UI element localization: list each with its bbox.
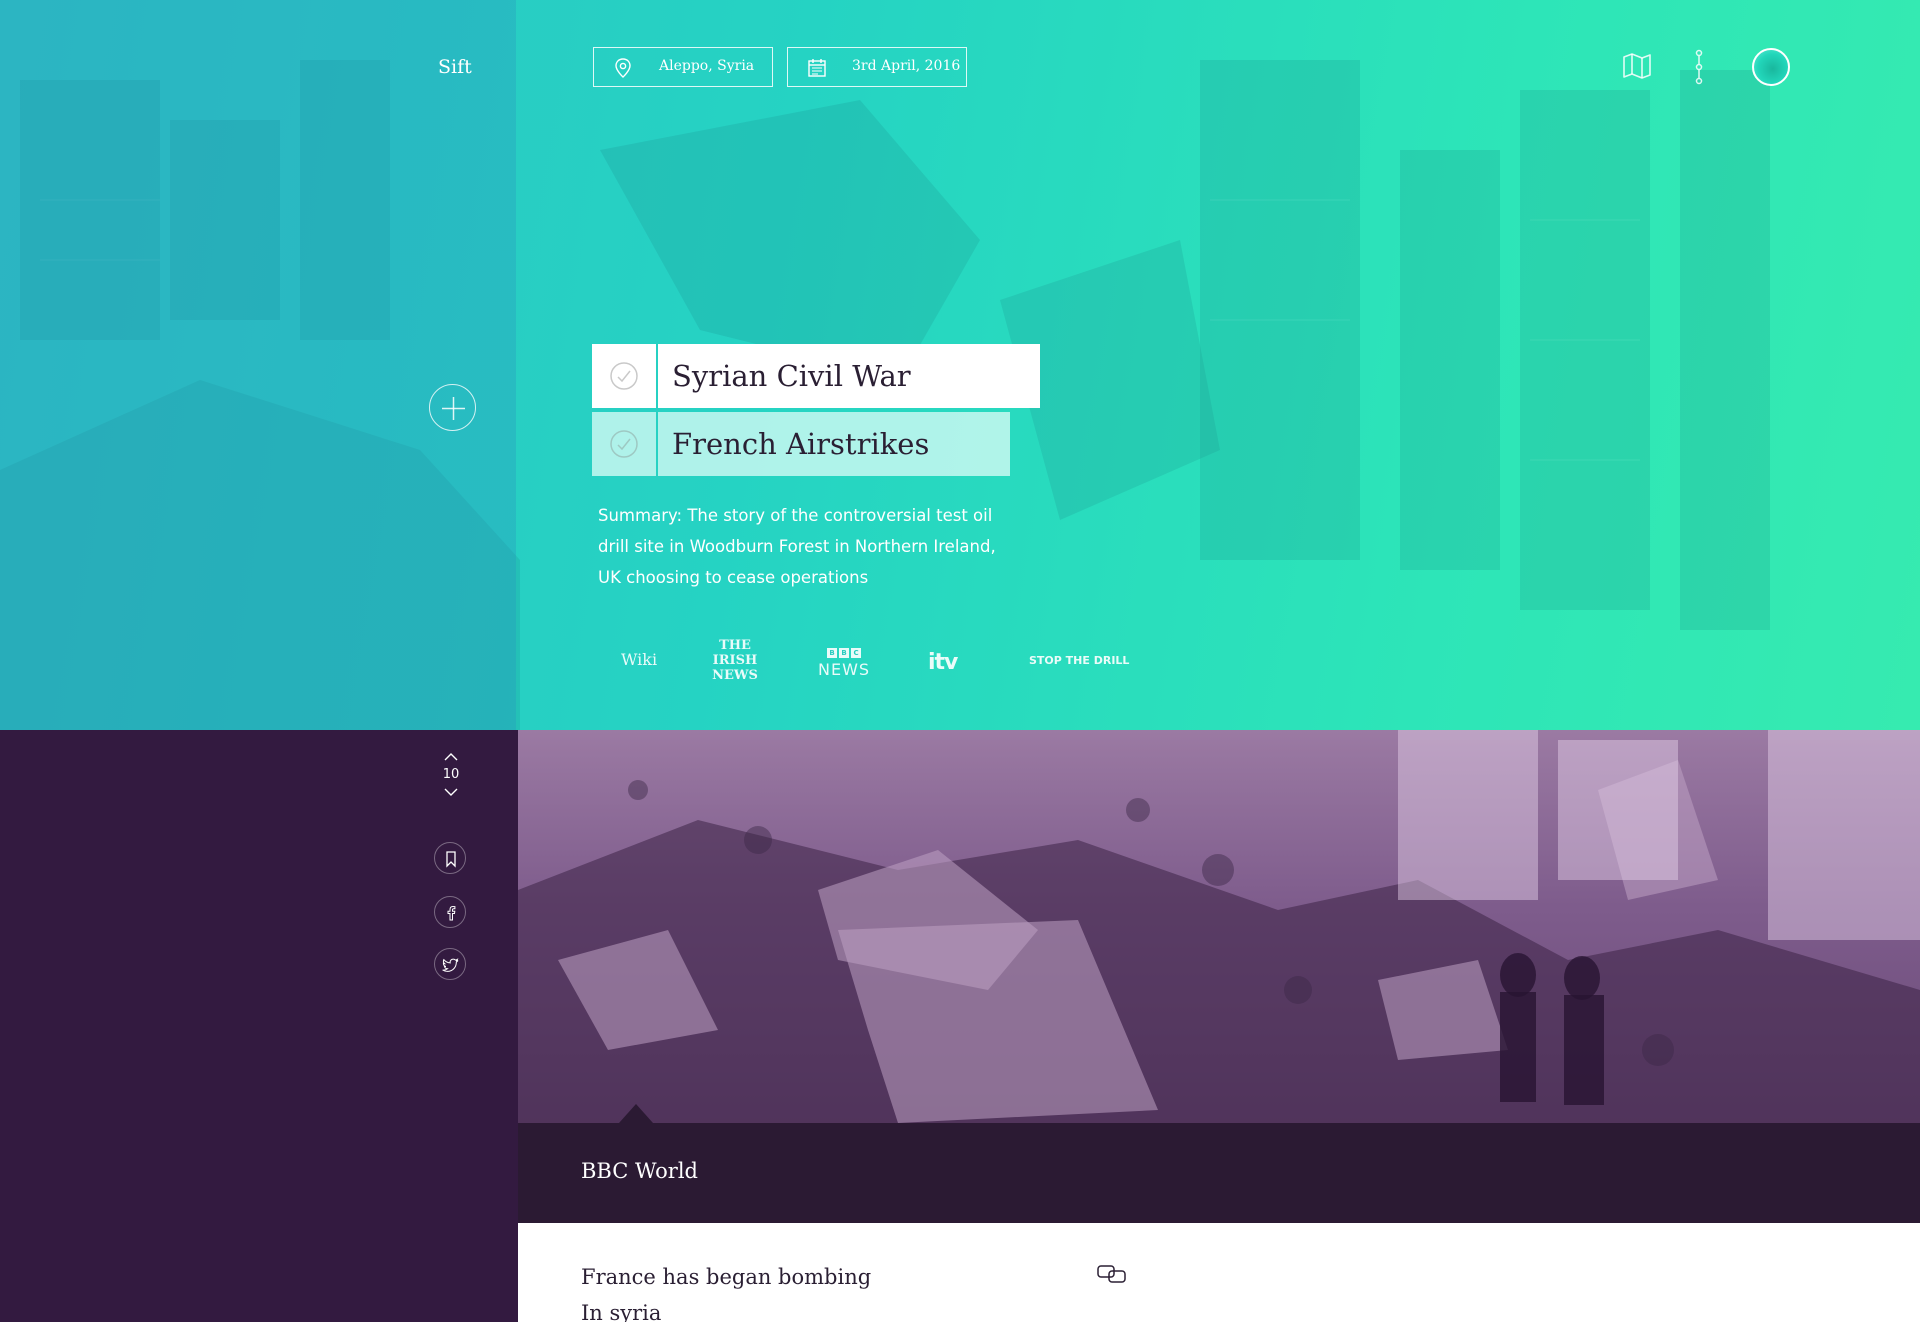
irish-news-line: NEWS	[712, 668, 758, 683]
article-headline[interactable]: France has began bombing In syria	[581, 1259, 911, 1322]
map-icon[interactable]	[1622, 52, 1652, 80]
tag-check-button[interactable]	[592, 344, 656, 408]
source-bbc-news-logo[interactable]: B B C NEWS	[818, 648, 870, 679]
date-label: 3rd April, 2016	[852, 58, 961, 74]
source-itv-logo[interactable]: itv	[928, 650, 958, 675]
source-irish-news-logo[interactable]: THE IRISH NEWS	[708, 638, 762, 683]
article-source-bar: BBC World	[518, 1123, 1920, 1223]
headline-line: In syria	[581, 1301, 662, 1322]
check-circle-icon	[610, 430, 638, 458]
hero-left-panel	[0, 0, 516, 730]
location-filter[interactable]: Aleppo, Syria	[593, 47, 773, 87]
plus-icon	[442, 397, 465, 420]
link-icon[interactable]	[1096, 1263, 1128, 1285]
tag-french-airstrikes[interactable]: French Airstrikes	[592, 412, 1010, 476]
source-wiki-link[interactable]: Wiki	[621, 650, 657, 669]
profile-avatar[interactable]	[1752, 48, 1790, 86]
irish-news-line: IRISH	[712, 653, 758, 668]
tag-label: Syrian Civil War	[658, 344, 1040, 408]
card-pointer	[619, 1104, 653, 1123]
hero-banner: Sift Aleppo, Syria 3rd April, 2016 Syria…	[0, 0, 1920, 730]
tag-check-button[interactable]	[592, 412, 656, 476]
bbc-boxes: B B C	[818, 648, 870, 658]
brand-logo[interactable]: Sift	[438, 56, 472, 78]
article-source-name[interactable]: BBC World	[581, 1159, 698, 1183]
tag-syrian-civil-war[interactable]: Syrian Civil War	[592, 344, 1040, 408]
twitter-icon	[442, 958, 459, 972]
facebook-share-button[interactable]	[434, 896, 466, 928]
bbc-box: C	[851, 648, 862, 658]
check-circle-icon	[610, 362, 638, 390]
date-filter[interactable]: 3rd April, 2016	[787, 47, 967, 87]
location-pin-icon	[615, 58, 631, 78]
location-label: Aleppo, Syria	[659, 58, 755, 74]
chevron-up-icon[interactable]	[443, 752, 459, 762]
add-topic-button[interactable]	[429, 384, 476, 431]
facebook-icon	[447, 905, 456, 921]
irish-news-line: THE	[719, 638, 751, 653]
more-vertical-icon[interactable]	[1692, 48, 1706, 86]
story-summary: Summary: The story of the controversial …	[598, 506, 996, 587]
source-stop-the-drill-logo[interactable]: STOP THE DRILL	[1029, 654, 1129, 667]
counter-value: 10	[442, 767, 460, 782]
bookmark-icon	[446, 851, 456, 868]
headline-line: France has began bombing	[581, 1265, 872, 1289]
twitter-share-button[interactable]	[434, 948, 466, 980]
bbc-box: B	[827, 648, 838, 658]
article-body: France has began bombing In syria	[518, 1223, 1920, 1322]
chevron-down-icon[interactable]	[443, 787, 459, 797]
source-links: Wiki THE IRISH NEWS B B C NEWS itv STOP …	[0, 630, 1200, 690]
rubble-photo	[518, 730, 1920, 1123]
bookmark-button[interactable]	[434, 842, 466, 874]
calendar-icon	[808, 59, 826, 77]
bbc-news-label: NEWS	[818, 660, 871, 679]
tag-label: French Airstrikes	[658, 412, 1010, 476]
bbc-box: B	[839, 648, 850, 658]
item-counter: 10	[436, 752, 466, 797]
article-image[interactable]	[518, 730, 1920, 1123]
